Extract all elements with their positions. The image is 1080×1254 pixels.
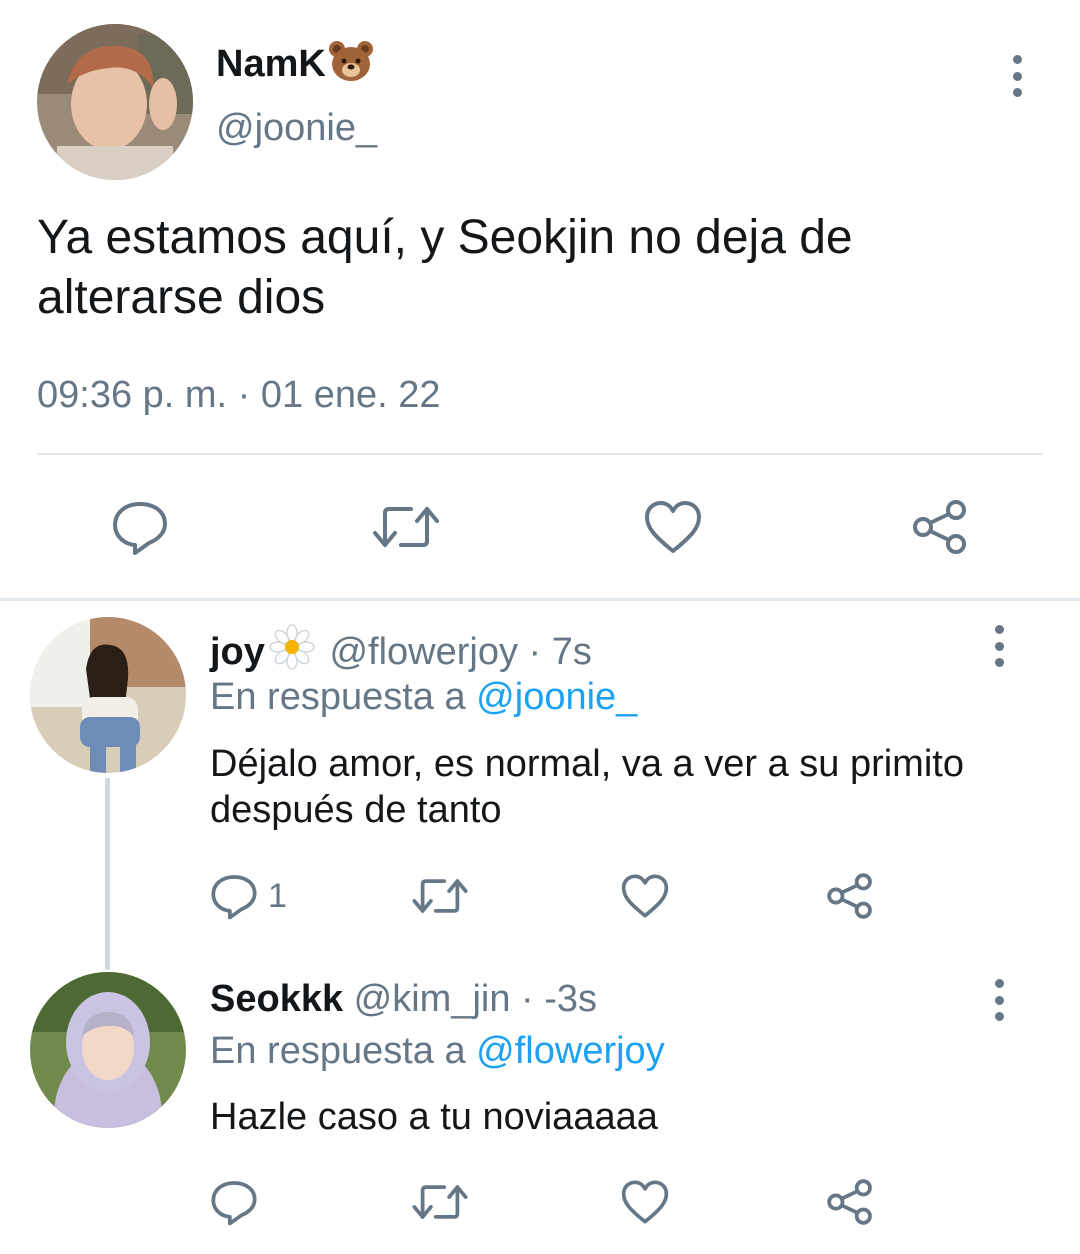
- author-display-name[interactable]: NamK: [216, 40, 374, 92]
- tweet-text: Ya estamos aquí, y Seokjin no deja de al…: [37, 211, 853, 324]
- section-divider: [0, 598, 1080, 601]
- share-button[interactable]: [822, 1174, 878, 1230]
- reply-text: Déjalo amor, es normal, va a ver a su pr…: [210, 743, 964, 831]
- reply-prefix: En respuesta a: [210, 1030, 477, 1072]
- share-icon: [913, 500, 966, 554]
- author-avatar[interactable]: [37, 24, 193, 180]
- replying-to: En respuesta a @joonie_: [210, 676, 637, 719]
- reply-prefix: En respuesta a: [210, 676, 477, 718]
- more-options-icon[interactable]: [982, 625, 1016, 667]
- reply-display-name: Seokkk: [210, 978, 344, 1020]
- reply-header[interactable]: joy @flowerjoy · 7s: [210, 624, 592, 680]
- mention-link[interactable]: @joonie_: [476, 676, 637, 718]
- mention-link[interactable]: @flowerjoy: [476, 1030, 665, 1072]
- like-icon: [621, 874, 669, 918]
- reply-avatar-joy[interactable]: [30, 617, 186, 773]
- daisy-flower-icon: [269, 624, 315, 680]
- retweet-icon: [412, 1185, 468, 1219]
- reply-handle-time: @kim_jin · -3s: [343, 978, 598, 1020]
- reply-button[interactable]: [210, 1174, 268, 1230]
- author-handle[interactable]: @joonie_: [216, 107, 377, 150]
- like-button[interactable]: [638, 495, 708, 559]
- share-button[interactable]: [905, 495, 975, 559]
- divider: [37, 453, 1043, 455]
- replying-to: En respuesta a @flowerjoy: [210, 1030, 665, 1073]
- retweet-icon: [412, 879, 468, 913]
- like-button[interactable]: [617, 868, 673, 924]
- reply-handle-time: @flowerjoy · 7s: [318, 631, 592, 673]
- retweet-button[interactable]: [370, 495, 442, 559]
- like-button[interactable]: [617, 1174, 673, 1230]
- display-name-text: NamK: [216, 43, 326, 85]
- retweet-icon: [373, 507, 439, 547]
- reply-avatar-seokkk[interactable]: [30, 972, 186, 1128]
- reply-button[interactable]: [105, 495, 175, 559]
- more-options-icon[interactable]: [982, 979, 1016, 1021]
- reply-icon: [211, 1181, 257, 1226]
- share-icon: [827, 873, 872, 919]
- share-icon: [827, 1179, 872, 1225]
- retweet-button[interactable]: [410, 868, 470, 924]
- reply-header[interactable]: Seokkk @kim_jin · -3s: [210, 978, 597, 1021]
- thread-line: [105, 778, 110, 970]
- retweet-button[interactable]: [410, 1174, 470, 1230]
- reply-count: 1: [268, 876, 287, 915]
- like-icon: [621, 1180, 669, 1224]
- more-options-icon[interactable]: [1000, 55, 1034, 97]
- reply-display-name: joy: [210, 631, 265, 673]
- reply-button[interactable]: 1: [210, 868, 287, 924]
- like-icon: [645, 501, 701, 553]
- share-button[interactable]: [822, 868, 878, 924]
- bear-face-icon: [328, 40, 374, 92]
- reply-icon: [211, 875, 257, 920]
- reply-text: Hazle caso a tu noviaaaaa: [210, 1096, 658, 1138]
- tweet-timestamp[interactable]: 09:36 p. m. · 01 ene. 22: [37, 374, 441, 417]
- reply-icon: [113, 502, 167, 555]
